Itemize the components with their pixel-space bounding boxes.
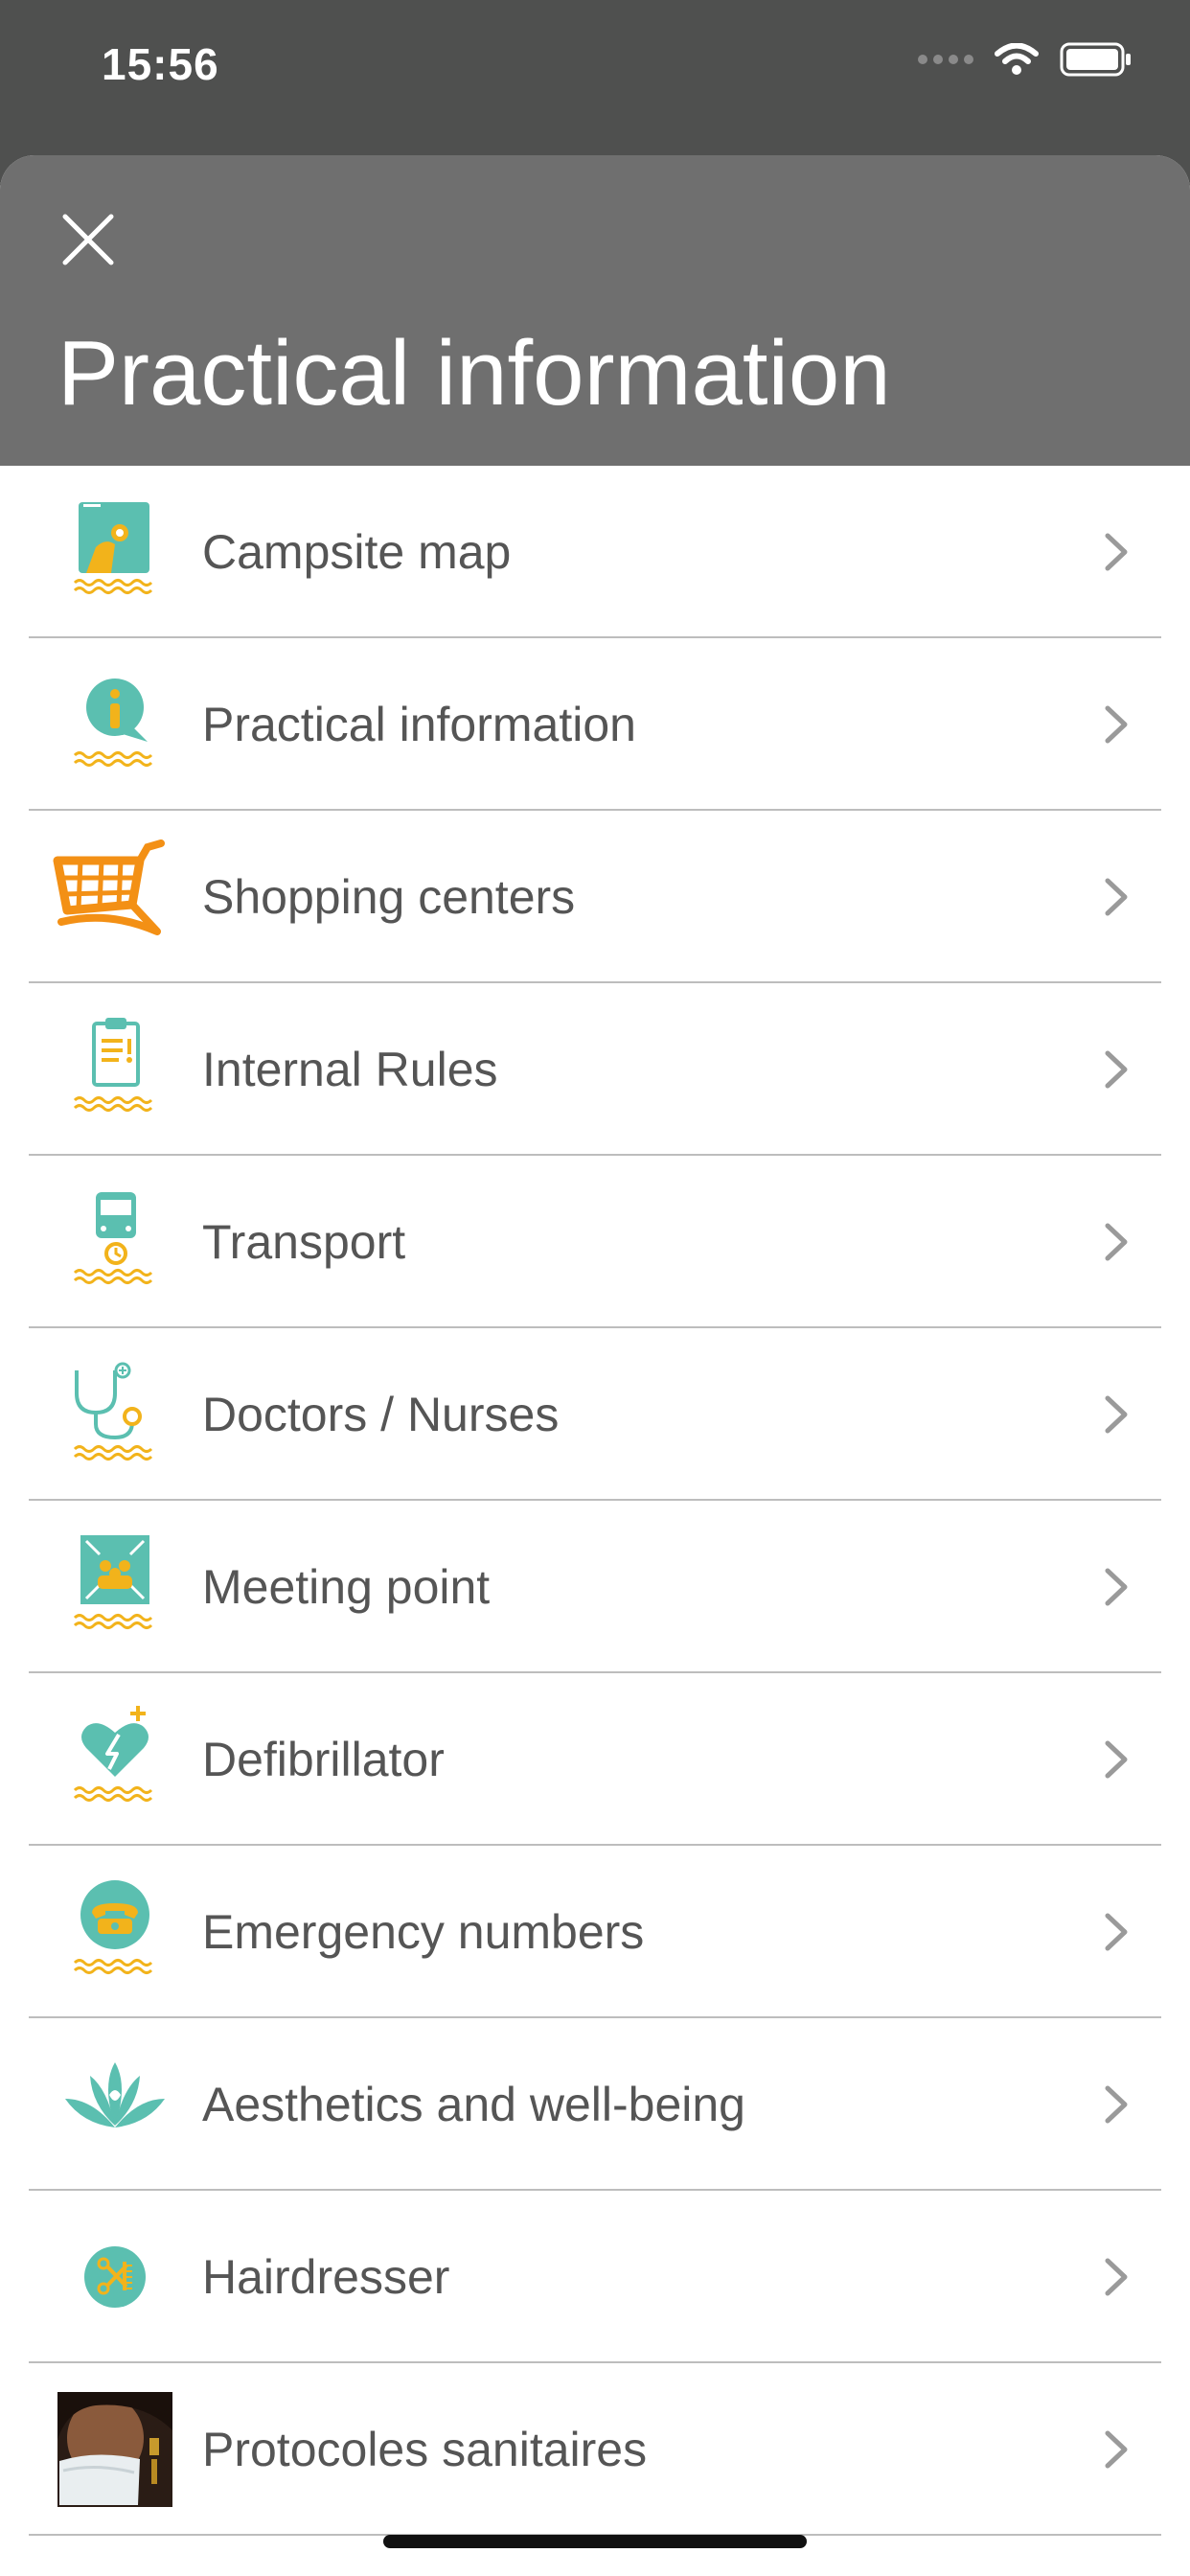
list-item-label: Shopping centers [202,870,576,924]
chevron-right-icon [1105,1395,1128,1434]
chevron-right-icon [1105,1740,1128,1779]
list-item-aesthetics[interactable]: Aesthetics and well-being [0,2018,1190,2191]
list-item-doctors-nurses[interactable]: Doctors / Nurses [0,1328,1190,1501]
shopping-cart-icon [53,840,165,935]
chevron-right-icon [1105,705,1128,744]
home-indicator[interactable] [383,2535,807,2548]
list-item-label: Transport [202,1215,406,1269]
modal-sheet: Practical information Campsite map Pract… [0,155,1190,2576]
list-item-label: Aesthetics and well-being [202,2078,745,2131]
list-item-shopping-centers[interactable]: Shopping centers [0,811,1190,983]
sheet-header: Practical information [0,155,1190,466]
lotus-icon [65,2062,165,2128]
info-bubble-icon [73,678,153,767]
close-icon[interactable] [54,205,123,274]
list-item-hairdresser[interactable]: Hairdresser [0,2191,1190,2363]
list-item-label: Hairdresser [202,2250,450,2304]
meeting-point-icon [73,1535,153,1629]
page-title: Practical information [57,322,891,425]
chevron-right-icon [1105,2085,1128,2124]
defibrillator-icon [73,1706,153,1802]
map-icon [73,502,153,594]
clipboard-icon [73,1018,153,1112]
masked-person-photo [57,2392,172,2507]
list-item-emergency-numbers[interactable]: Emergency numbers [0,1846,1190,2018]
list-item-label: Doctors / Nurses [202,1388,560,1441]
list-item-transport[interactable]: Transport [0,1156,1190,1328]
list-item-meeting-point[interactable]: Meeting point [0,1501,1190,1673]
list-item-label: Campsite map [202,525,512,579]
list-item-label: Defibrillator [202,1733,445,1786]
list-item-label: Practical information [202,698,636,751]
stethoscope-icon [73,1362,153,1460]
chevron-right-icon [1105,1223,1128,1261]
list-item-label: Emergency numbers [202,1905,645,1959]
list-item-defibrillator[interactable]: Defibrillator [0,1673,1190,1846]
list-item-protocoles-sanitaires[interactable]: Protocoles sanitaires [0,2363,1190,2536]
practical-info-list: Campsite map Practical information Shopp… [0,466,1190,2536]
chevron-right-icon [1105,1913,1128,1951]
list-item-label: Internal Rules [202,1043,498,1096]
telephone-icon [73,1880,153,1974]
status-time: 15:56 [102,39,219,89]
chevron-right-icon [1105,533,1128,571]
scissors-icon [84,2246,146,2308]
list-item-label: Meeting point [202,1560,491,1614]
list-item-practical-information[interactable]: Practical information [0,638,1190,811]
wifi-icon [995,43,1039,75]
chevron-right-icon [1105,1050,1128,1089]
list-item-label: Protocoles sanitaires [202,2423,648,2476]
chevron-right-icon [1105,1568,1128,1606]
bus-icon [73,1192,153,1284]
status-icons [918,42,1133,77]
chevron-right-icon [1105,2258,1128,2296]
cellular-signal-icon [918,55,973,64]
list-item-internal-rules[interactable]: Internal Rules [0,983,1190,1156]
chevron-right-icon [1105,878,1128,916]
battery-icon [1060,42,1131,77]
status-bar: 15:56 [0,0,1190,153]
chevron-right-icon [1105,2430,1128,2469]
list-item-campsite-map[interactable]: Campsite map [0,466,1190,638]
